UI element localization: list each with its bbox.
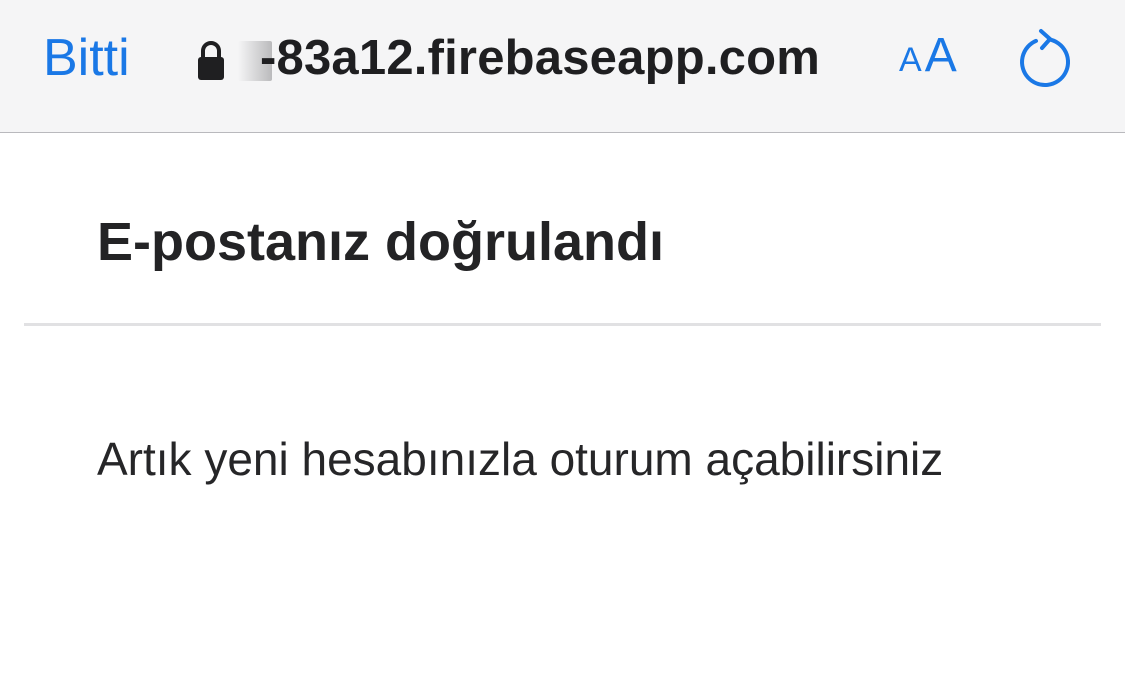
reload-icon[interactable] — [1016, 26, 1074, 90]
text-size-button[interactable]: A A — [899, 28, 957, 88]
text-size-large-glyph: A — [924, 29, 957, 82]
url-text[interactable]: -83a12.firebaseapp.com — [260, 28, 820, 88]
confirmation-message: Artık yeni hesabınızla oturum açabilirsi… — [97, 433, 944, 485]
text-size-small-glyph: A — [899, 41, 922, 79]
divider — [24, 323, 1101, 326]
lock-icon — [198, 41, 224, 80]
page-title: E-postanız doğrulandı — [97, 212, 664, 272]
page-content: E-postanız doğrulandı Artık yeni hesabın… — [0, 134, 1125, 693]
address-bar[interactable]: -83a12.firebaseapp.com — [196, 28, 820, 88]
done-button[interactable]: Bitti — [43, 28, 130, 88]
browser-toolbar: Bitti -83a12.firebaseapp.com A A — [0, 0, 1125, 133]
